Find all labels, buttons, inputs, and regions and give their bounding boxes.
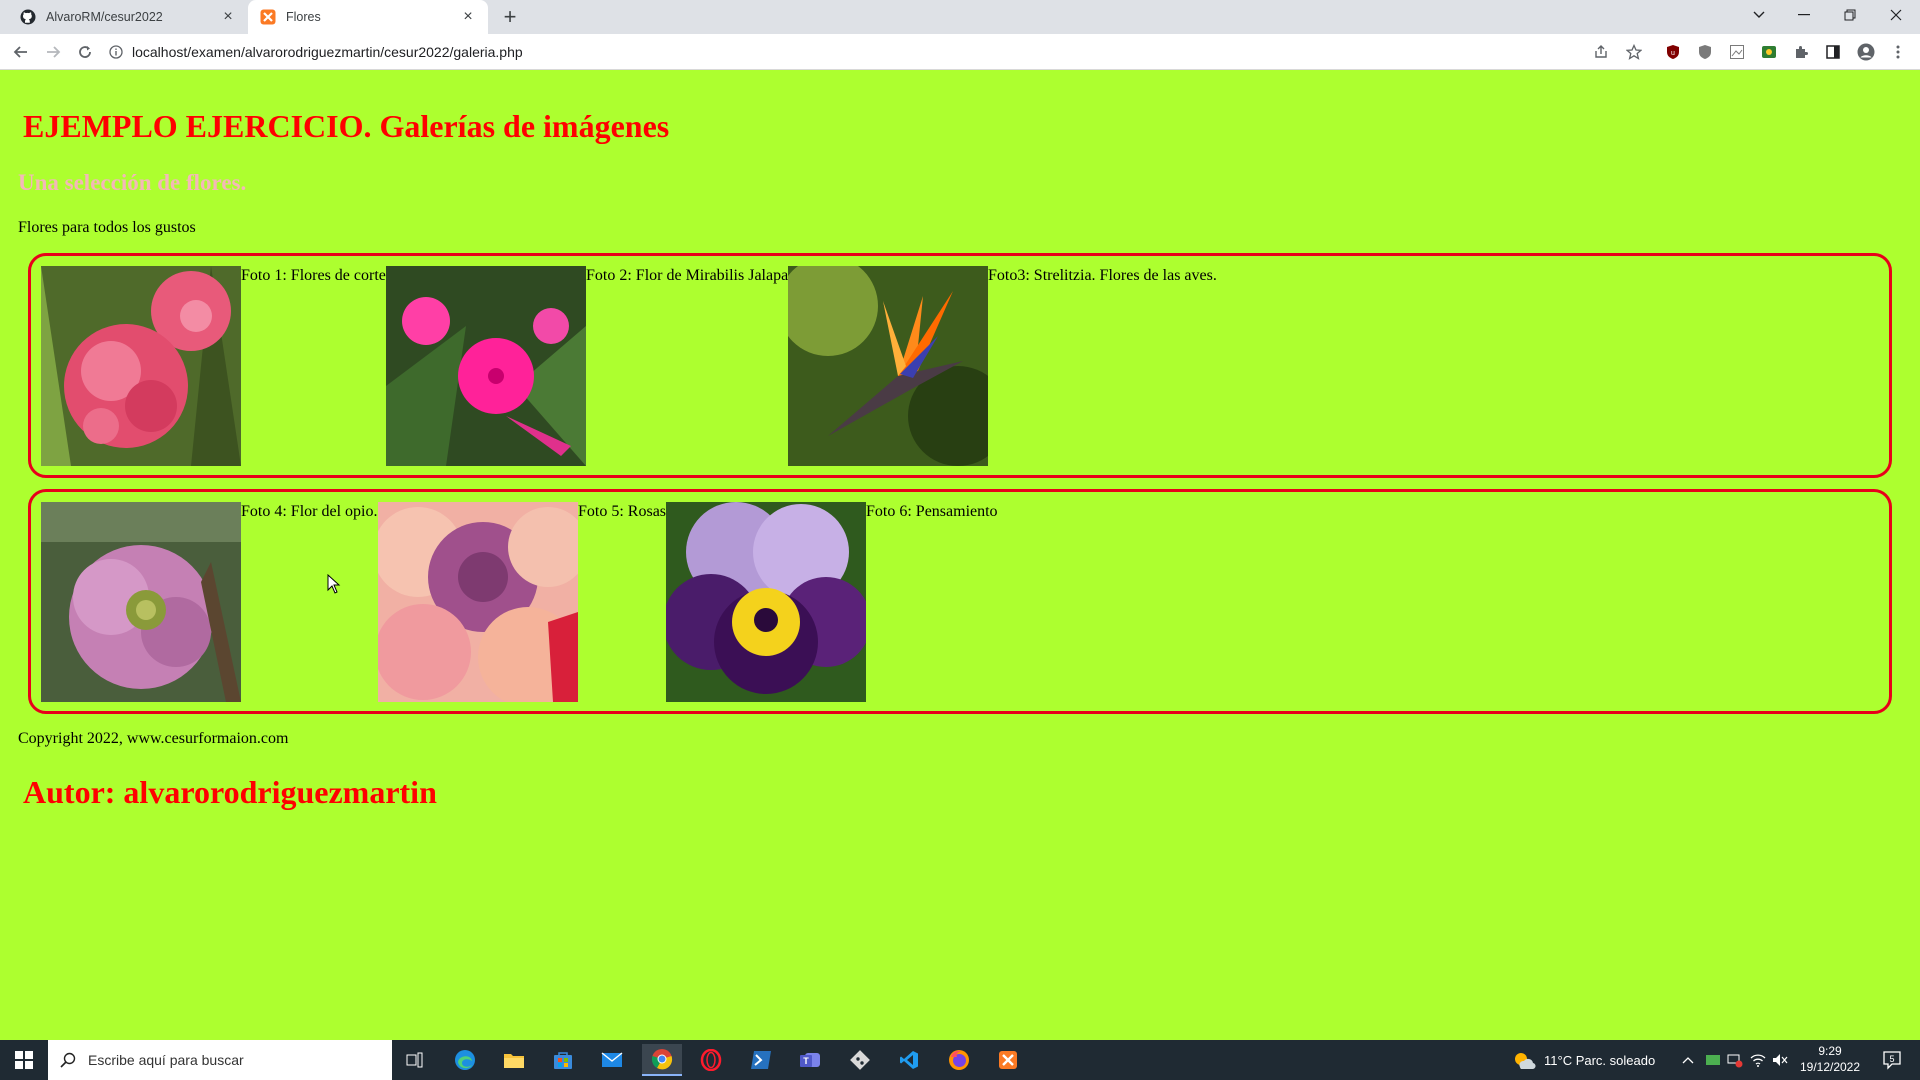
pansy-photo — [666, 502, 866, 702]
mouse-cursor-icon — [327, 573, 341, 594]
poppy-photo — [41, 502, 241, 702]
roses-photo — [378, 502, 578, 702]
tab-github[interactable]: AlvaroRM/cesur2022 × — [8, 0, 248, 34]
system-clock[interactable]: 9:29 19/12/2022 — [1790, 1043, 1870, 1075]
mail-icon[interactable] — [592, 1044, 632, 1076]
page-title: EJEMPLO EJERCICIO. Galerías de imágenes — [23, 108, 670, 144]
gallery-row-2: Foto 4: Flor del opio. Foto 5: Rosas Fot… — [28, 489, 1892, 714]
tab-title: AlvaroRM/cesur2022 — [46, 10, 163, 24]
strelitzia-photo — [788, 266, 988, 466]
partly-sunny-icon — [1515, 1053, 1536, 1070]
author-heading: Autor: alvarorodriguezmartin — [23, 774, 437, 810]
ublock-extension-icon[interactable]: u — [1663, 42, 1683, 62]
extensions-puzzle-icon[interactable] — [1791, 42, 1811, 62]
photo-caption: Foto 4: Flor del opio. — [241, 503, 378, 520]
close-window-button[interactable] — [1873, 0, 1919, 30]
search-icon — [60, 1052, 76, 1068]
photo-caption: Foto 6: Pensamiento — [866, 503, 998, 520]
tab-strip: AlvaroRM/cesur2022 × Flores × + — [0, 0, 1920, 34]
shield-extension-icon[interactable] — [1695, 42, 1715, 62]
page-content: EJEMPLO EJERCICIO. Galerías de imágenes … — [0, 70, 1920, 1040]
photo-caption: Foto 1: Flores de corte — [241, 267, 386, 284]
tab-search-icon[interactable] — [1736, 0, 1782, 30]
minimize-button[interactable] — [1781, 0, 1827, 30]
powershell-icon[interactable] — [741, 1044, 781, 1076]
copyright-text: Copyright 2022, www.cesurformaion.com — [18, 730, 289, 747]
profile-avatar-icon[interactable] — [1856, 42, 1876, 62]
share-icon[interactable] — [1591, 42, 1611, 62]
git-icon[interactable] — [840, 1044, 880, 1076]
close-tab-icon[interactable]: × — [460, 8, 476, 25]
hydrangea-photo — [41, 266, 241, 466]
volume-muted-icon[interactable] — [1772, 1040, 1788, 1080]
svg-text:u: u — [1671, 50, 1675, 57]
address-bar[interactable]: localhost/examen/alvarorodriguezmartin/c… — [108, 38, 1678, 66]
notifications-icon[interactable]: 5 — [1872, 1040, 1912, 1080]
side-panel-icon[interactable] — [1823, 42, 1843, 62]
image-extension-icon[interactable] — [1727, 42, 1747, 62]
tab-title: Flores — [286, 10, 321, 24]
mirabilis-photo — [386, 266, 586, 466]
teams-icon[interactable]: T — [790, 1044, 830, 1076]
chrome-icon[interactable] — [642, 1044, 682, 1076]
microsoft-store-icon[interactable] — [543, 1044, 583, 1076]
back-button[interactable] — [9, 40, 33, 64]
tab-flores[interactable]: Flores × — [248, 0, 488, 34]
photo-caption: Foto 5: Rosas — [578, 503, 667, 520]
windows-start-icon[interactable] — [0, 1040, 48, 1080]
green-extension-icon[interactable] — [1759, 42, 1779, 62]
site-info-icon[interactable] — [108, 44, 124, 60]
weather-widget[interactable]: 11°C Parc. soleado — [1512, 1040, 1655, 1080]
restore-button[interactable] — [1827, 0, 1873, 30]
photo-caption: Foto 2: Flor de Mirabilis Jalapa — [586, 267, 789, 284]
clock-time: 9:29 — [1818, 1044, 1842, 1058]
notification-count: 5 — [1889, 1054, 1894, 1064]
page-subtitle: Una selección de flores. — [18, 170, 247, 195]
url-text: localhost/examen/alvarorodriguezmartin/c… — [132, 44, 523, 60]
taskbar: Escribe aquí para buscar T 11°C Parc. so — [0, 1040, 1920, 1080]
github-icon — [20, 9, 36, 25]
clock-date: 19/12/2022 — [1799, 1060, 1861, 1074]
vscode-icon[interactable] — [889, 1044, 929, 1076]
network-status-icon[interactable] — [1727, 1040, 1743, 1080]
intro-text: Flores para todos los gustos — [18, 219, 196, 236]
task-view-icon[interactable] — [395, 1044, 435, 1076]
tray-app-icon[interactable] — [1705, 1040, 1721, 1080]
wifi-icon[interactable] — [1750, 1040, 1766, 1080]
file-explorer-icon[interactable] — [494, 1044, 534, 1076]
reload-button[interactable] — [73, 40, 97, 64]
taskbar-search-field[interactable]: Escribe aquí para buscar — [48, 1040, 392, 1080]
search-placeholder: Escribe aquí para buscar — [88, 1052, 244, 1068]
edge-browser-icon[interactable] — [445, 1044, 485, 1076]
new-tab-button[interactable]: + — [498, 4, 522, 29]
svg-text:T: T — [803, 1056, 809, 1066]
gallery-row-1: Foto 1: Flores de corte Foto 2: Flor de … — [28, 253, 1892, 478]
browser-menu-icon[interactable] — [1888, 42, 1908, 62]
show-hidden-icons-chevron-icon[interactable] — [1682, 1040, 1694, 1080]
firefox-icon[interactable] — [939, 1044, 979, 1076]
forward-button[interactable] — [41, 40, 65, 64]
photo-caption: Foto3: Strelitzia. Flores de las aves. — [988, 267, 1217, 284]
xampp-taskbar-icon[interactable] — [988, 1044, 1028, 1076]
close-tab-icon[interactable]: × — [220, 8, 236, 25]
browser-toolbar: localhost/examen/alvarorodriguezmartin/c… — [0, 34, 1920, 70]
xampp-icon — [260, 9, 276, 25]
opera-icon[interactable] — [691, 1044, 731, 1076]
bookmark-star-icon[interactable] — [1624, 42, 1644, 62]
weather-text: 11°C Parc. soleado — [1544, 1052, 1656, 1068]
